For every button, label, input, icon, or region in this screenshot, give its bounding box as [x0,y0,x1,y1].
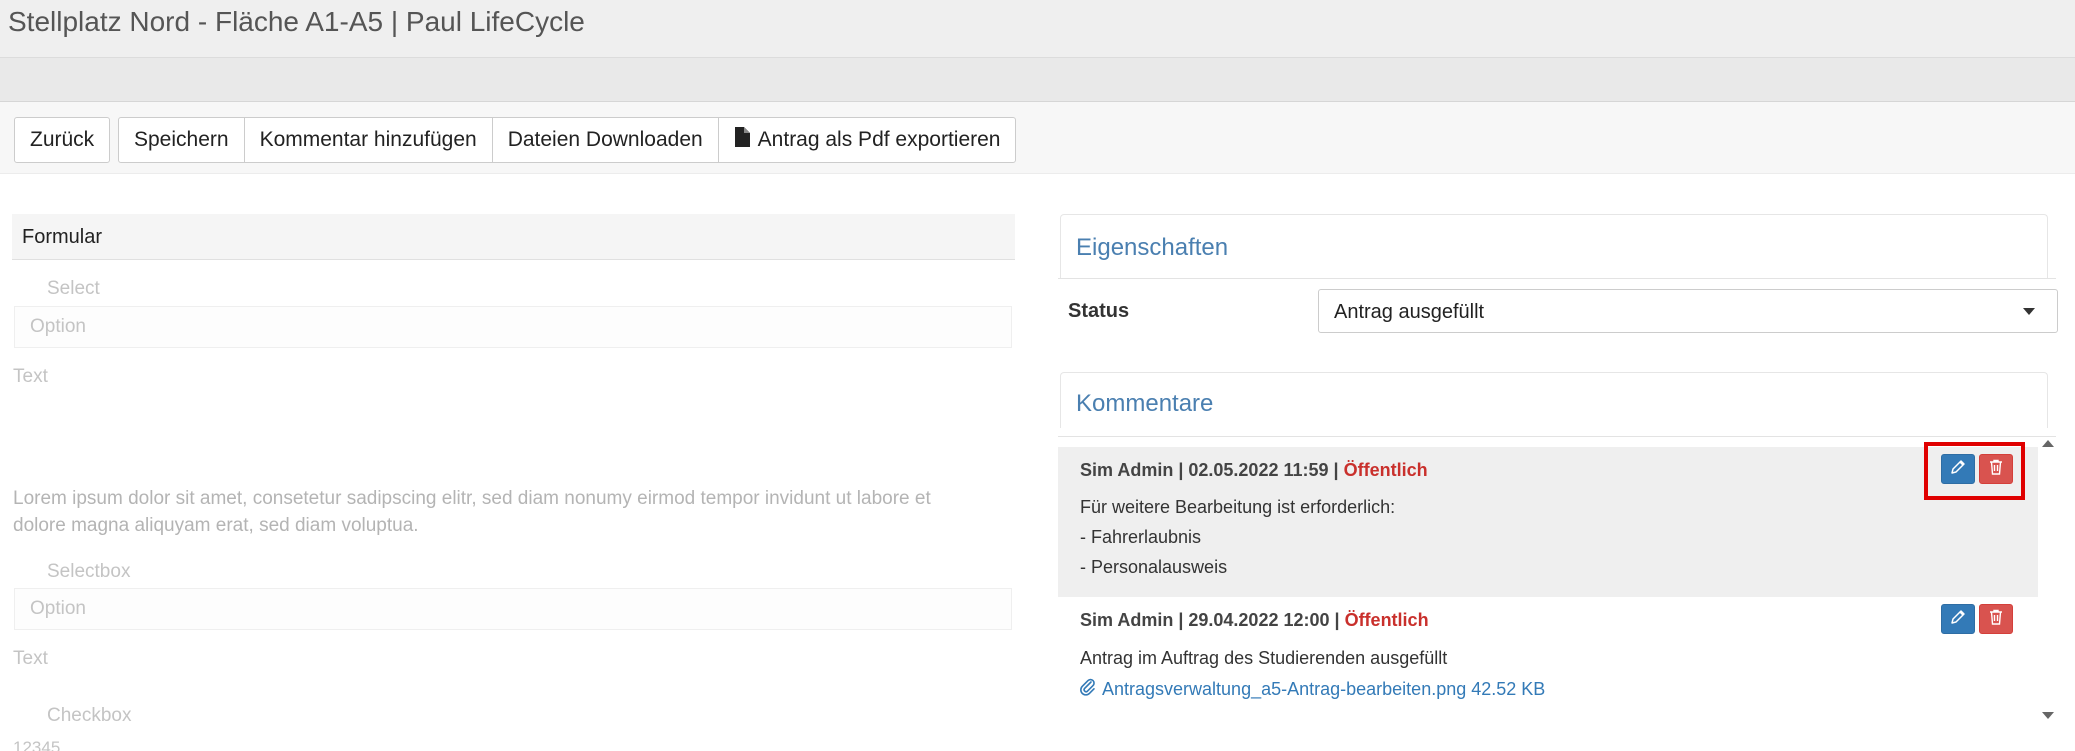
action-button-group: Speichern Kommentar hinzufügen Dateien D… [118,117,1017,163]
attachment-link[interactable]: Antragsverwaltung_a5-Antrag-bearbeiten.p… [1080,678,1545,701]
status-label: Status [1068,300,1130,322]
comment-text-line: Antrag im Auftrag des Studierenden ausge… [1080,648,1448,668]
app-header: Stellplatz Nord - Fläche A1-A5 | Paul Li… [0,0,2075,58]
selectbox-label: Selectbox [47,561,131,582]
attachment-name: Antragsverwaltung_a5-Antrag-bearbeiten.p… [1102,679,1546,699]
checkbox-value: 12345 [13,738,61,751]
delete-comment-button[interactable] [1979,604,2013,634]
select-value: Option [30,316,86,337]
comment-visibility: Öffentlich [1343,460,1428,480]
scroll-down-icon[interactable] [2042,712,2054,719]
select-field[interactable] [14,306,1012,348]
add-comment-button[interactable]: Kommentar hinzufügen [243,117,493,163]
edit-comment-button[interactable] [1941,604,1975,634]
scroll-up-icon[interactable] [2042,440,2054,447]
status-select[interactable]: Antrag ausgefüllt [1318,289,2058,333]
comments-scrollbar[interactable] [2038,436,2056,726]
caret-down-icon [2023,308,2035,315]
back-button[interactable]: Zurück [14,117,111,163]
sub-header-bar [0,58,2075,102]
checkbox-label: Checkbox [47,705,132,726]
back-button-group: Zurück [14,117,111,163]
properties-divider [1058,278,2056,279]
comment-item: Sim Admin | 29.04.2022 12:00 | Öffentlic… [1058,597,2038,726]
comments-list: Sim Admin | 02.05.2022 11:59 | Öffentlic… [1058,436,2056,726]
text-label-2: Text [13,648,48,669]
comment-author-date: Sim Admin | 02.05.2022 11:59 | [1080,460,1339,480]
comment-header: Sim Admin | 29.04.2022 12:00 | Öffentlic… [1080,610,1429,631]
form-panel: Formular [12,214,1015,751]
comment-visibility: Öffentlich [1344,610,1429,630]
trash-icon [1989,609,2003,630]
comment-item: Sim Admin | 02.05.2022 11:59 | Öffentlic… [1058,447,2038,597]
comment-text-line: Für weitere Bearbeitung ist erforderlich… [1080,497,1396,517]
lorem-text-1: Lorem ipsum dolor sit amet, consetetur s… [13,488,931,509]
selectbox-field[interactable] [14,588,1012,630]
properties-title: Eigenschaften [1076,234,1229,261]
form-header: Formular [12,214,1015,260]
comment-text-line: - Personalausweis [1080,557,1228,577]
pencil-icon [1950,609,1966,630]
page-title: Stellplatz Nord - Fläche A1-A5 | Paul Li… [8,6,585,37]
select-label: Select [47,278,100,299]
comment-header: Sim Admin | 02.05.2022 11:59 | Öffentlic… [1080,460,1428,481]
comment-text-line: - Fahrerlaubnis [1080,527,1202,547]
lorem-text-2: dolore magna aliquyam erat, sed diam vol… [13,515,419,536]
export-pdf-button[interactable]: Antrag als Pdf exportieren [717,117,1017,163]
export-pdf-label: Antrag als Pdf exportieren [757,128,1001,151]
download-files-button[interactable]: Dateien Downloaden [491,117,719,163]
file-icon [734,127,750,153]
highlight-box [1924,442,2025,500]
paperclip-icon [1080,678,1096,701]
comment-author-date: Sim Admin | 29.04.2022 12:00 | [1080,610,1340,630]
selectbox-value: Option [30,598,86,619]
status-value: Antrag ausgefüllt [1334,301,1485,323]
text-label-1: Text [13,366,48,387]
save-button[interactable]: Speichern [118,117,245,163]
comments-title: Kommentare [1076,390,1214,417]
